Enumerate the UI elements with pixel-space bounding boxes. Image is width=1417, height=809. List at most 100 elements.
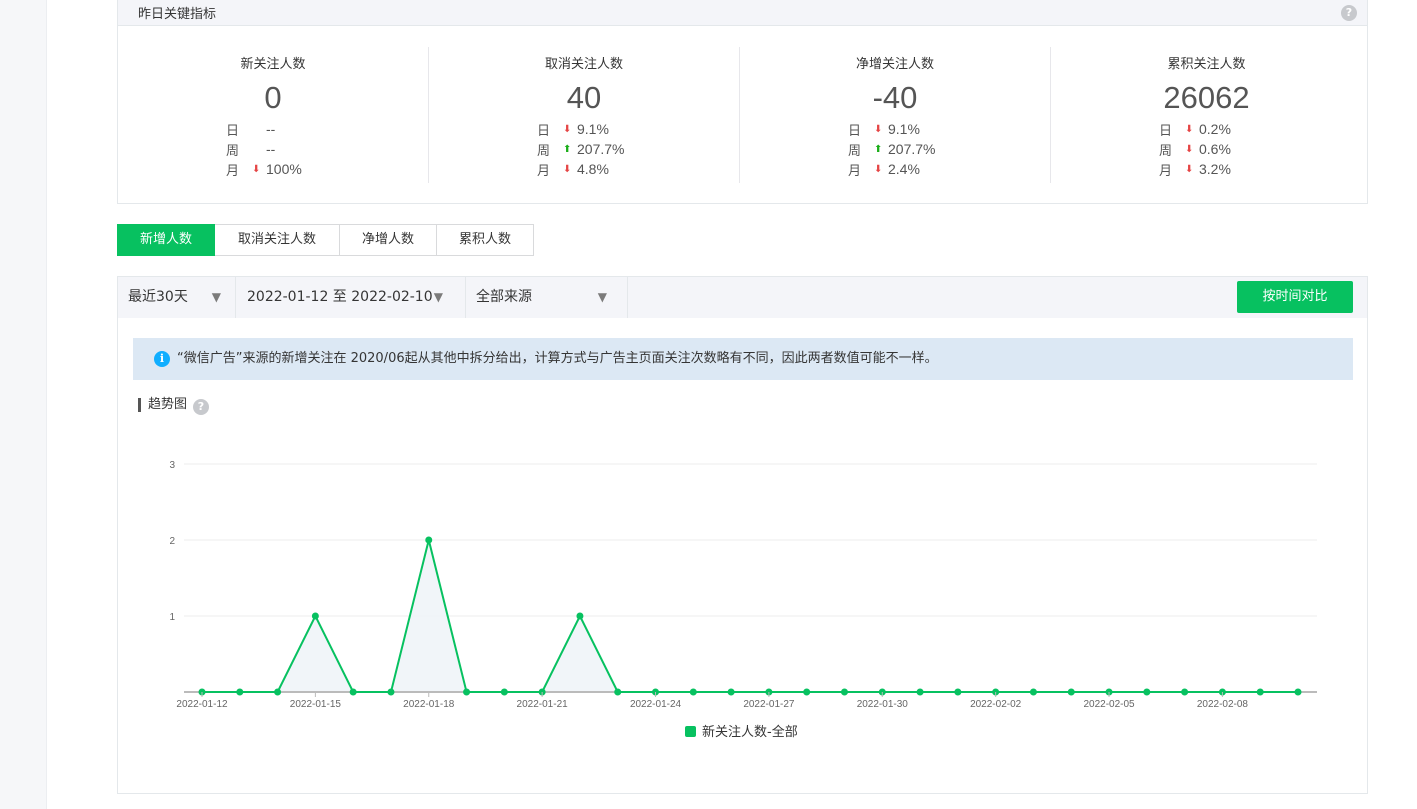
arrow-down-icon: ⬇: [874, 123, 883, 135]
metric-change-rows: 日 ⬇ 9.1% 周 ⬆ 207.7% 月 ⬇ 2.4%: [848, 119, 998, 179]
tab-new-followers[interactable]: 新增人数: [117, 224, 215, 256]
data-point: [311, 612, 319, 620]
metric-row-value: 0.6%: [1199, 141, 1231, 157]
data-point: [576, 612, 584, 620]
x-tick-label: 2022-02-05: [1083, 699, 1135, 710]
arrow-down-icon: ⬇: [874, 163, 883, 175]
metric-change-rows: 日 ⬇ 9.1% 周 ⬆ 207.7% 月 ⬇ 4.8%: [537, 119, 687, 179]
arrow-down-icon: ⬇: [1185, 143, 1194, 155]
key-metrics-header: 昨日关键指标 ?: [118, 0, 1367, 26]
data-point: [1143, 688, 1151, 696]
metric-row-value: --: [266, 121, 276, 137]
key-metrics-card: 昨日关键指标 ? 新关注人数 0 日 -- 周 -- 月 ⬇ 100% 取消关注人数 4…: [117, 0, 1368, 204]
metric-row-month: 月 ⬇ 2.4%: [848, 159, 998, 179]
data-point: [236, 688, 244, 696]
data-point: [274, 688, 282, 696]
metric-value: 0: [264, 80, 282, 115]
metric-row-value: 4.8%: [577, 161, 609, 177]
y-tick-label: 1: [169, 612, 175, 623]
tab-total-followers[interactable]: 累积人数: [437, 224, 534, 256]
metric-row-week: 周 ⬆ 207.7%: [848, 139, 998, 159]
x-tick-label: 2022-02-08: [1197, 699, 1249, 710]
data-point: [614, 688, 622, 696]
data-point: [500, 688, 508, 696]
data-point: [727, 688, 735, 696]
metric-row-label: 日: [537, 123, 551, 139]
metric-row-month: 月 ⬇ 4.8%: [537, 159, 687, 179]
metric-row-label: 月: [226, 163, 240, 179]
trend-panel: 最近30天 ▼ 2022-01-12 至 2022-02-10 ▼ 全部来源 ▼…: [117, 276, 1368, 794]
y-tick-label: 2: [169, 536, 175, 547]
metric-label: 净增关注人数: [855, 57, 934, 72]
metric-new-followers: 新关注人数 0 日 -- 周 -- 月 ⬇ 100%: [118, 47, 429, 183]
metric-row-value: 207.7%: [888, 141, 936, 157]
data-point: [1181, 688, 1189, 696]
metric-row-value: 2.4%: [888, 161, 920, 177]
metric-row-value: 0.2%: [1199, 121, 1231, 137]
tab-net-followers[interactable]: 净增人数: [340, 224, 437, 256]
data-point: [689, 688, 697, 696]
data-point: [916, 688, 924, 696]
x-tick-label: 2022-01-24: [630, 699, 682, 710]
data-point: [954, 688, 962, 696]
trend-line-chart: 1 2 3 2022-01-12 2022-01-15 2022-01-18 2022-01…: [169, 460, 1317, 740]
x-tick-label: 2022-01-30: [857, 699, 909, 710]
x-tick-label: 2022-01-12: [176, 699, 228, 710]
metric-row-week: 周 ⬇ 0.6%: [1159, 139, 1309, 159]
data-point: [1067, 688, 1075, 696]
left-gutter: [0, 0, 47, 809]
metric-value: -40: [872, 80, 918, 115]
x-tick-label: 2022-01-18: [403, 699, 455, 710]
metric-change-rows: 日 ⬇ 0.2% 周 ⬇ 0.6% 月 ⬇ 3.2%: [1159, 119, 1309, 179]
metric-net-followers: 净增关注人数 -40 日 ⬇ 9.1% 周 ⬆ 207.7% 月 ⬇ 2.4%: [740, 47, 1051, 183]
metric-row-label: 月: [848, 163, 862, 179]
metric-total-followers: 累积关注人数 26062 日 ⬇ 0.2% 周 ⬇ 0.6% 月 ⬇ 3.2%: [1051, 47, 1362, 183]
metric-row-label: 日: [848, 123, 862, 139]
metric-row-label: 月: [537, 163, 551, 179]
arrow-up-icon: ⬆: [563, 143, 572, 155]
help-icon[interactable]: ?: [1341, 5, 1357, 21]
metric-unfollowers: 取消关注人数 40 日 ⬇ 9.1% 周 ⬆ 207.7% 月 ⬇ 4.8%: [429, 47, 740, 183]
data-point: [803, 688, 811, 696]
metric-row-value: 207.7%: [577, 141, 625, 157]
metric-row-label: 周: [848, 143, 862, 159]
data-point: [463, 688, 471, 696]
metric-row-week: 周 --: [226, 139, 376, 159]
arrow-down-icon: ⬇: [1185, 163, 1194, 175]
arrow-down-icon: ⬇: [1185, 123, 1194, 135]
metric-row-value: 3.2%: [1199, 161, 1231, 177]
data-point: [387, 688, 395, 696]
data-point: [1294, 688, 1302, 696]
metric-row-week: 周 ⬆ 207.7%: [537, 139, 687, 159]
x-tick-label: 2022-01-15: [290, 699, 342, 710]
arrow-down-icon: ⬇: [563, 163, 572, 175]
data-point: [349, 688, 357, 696]
metric-row-day: 日 ⬇ 9.1%: [537, 119, 687, 139]
arrow-up-icon: ⬆: [874, 143, 883, 155]
metric-row-value: 100%: [266, 161, 302, 177]
tab-unfollowers[interactable]: 取消关注人数: [215, 224, 340, 256]
metric-row-value: 9.1%: [888, 121, 920, 137]
data-point: [1029, 688, 1037, 696]
metric-row-label: 周: [1159, 143, 1173, 159]
metric-row-label: 周: [537, 143, 551, 159]
metric-value: 40: [566, 80, 602, 115]
x-tick-label: 2022-02-02: [970, 699, 1022, 710]
data-point: [840, 688, 848, 696]
metric-row-label: 日: [226, 123, 240, 139]
data-point: [1256, 688, 1264, 696]
metric-row-day: 日 ⬇ 0.2%: [1159, 119, 1309, 139]
legend-label: 新关注人数-全部: [702, 724, 798, 740]
metric-row-day: 日 ⬇ 9.1%: [848, 119, 998, 139]
metric-row-value: 9.1%: [577, 121, 609, 137]
metric-label: 累积关注人数: [1167, 57, 1246, 72]
arrow-down-icon: ⬇: [252, 163, 261, 175]
metric-label: 新关注人数: [240, 57, 306, 72]
metric-label: 取消关注人数: [544, 57, 623, 72]
data-point: [425, 536, 433, 544]
metric-row-value: --: [266, 141, 276, 157]
metric-value: 26062: [1163, 80, 1250, 115]
x-tick-label: 2022-01-27: [743, 699, 795, 710]
metric-row-month: 月 ⬇ 100%: [226, 159, 376, 179]
metric-row-label: 月: [1159, 163, 1173, 179]
